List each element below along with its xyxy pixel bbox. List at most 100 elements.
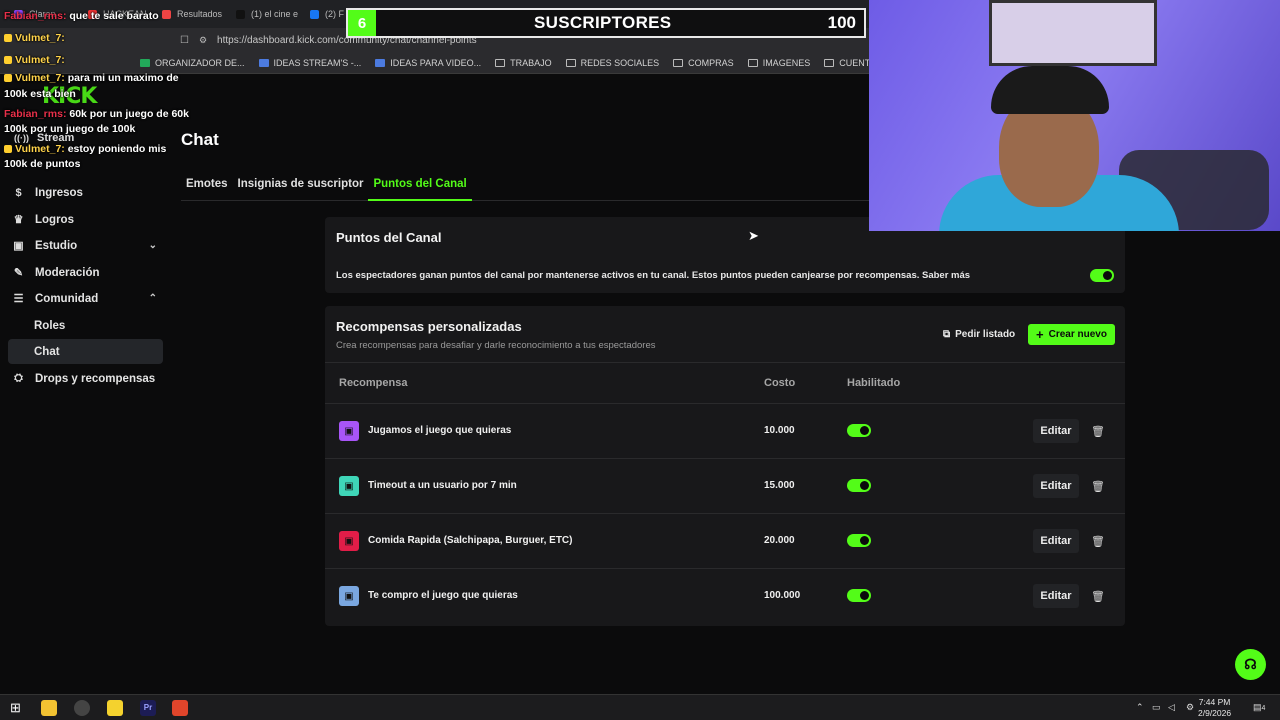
chat-message: Vulmet_7: para mi un maximo de — [4, 72, 179, 84]
sidebar-item-label: Estudio — [35, 239, 78, 252]
column-header-cost[interactable]: Costo — [764, 377, 795, 389]
folder-icon — [565, 58, 576, 67]
reward-cost: 10.000 — [764, 425, 795, 436]
plus-icon: + — [1036, 327, 1044, 342]
delete-reward-button[interactable]: 🗑 — [1087, 529, 1109, 553]
request-list-label: Pedir listado — [955, 329, 1016, 340]
sidebar-item-estudio[interactable]: ▣ Estudio ⌄ — [8, 233, 163, 258]
video-icon: ▣ — [13, 240, 24, 252]
delete-reward-button[interactable]: 🗑 — [1087, 419, 1109, 443]
doc-icon — [375, 58, 386, 67]
bookmark-item[interactable]: ORGANIZADOR DE... — [140, 58, 245, 68]
reward-name: Timeout a un usuario por 7 min — [368, 480, 517, 491]
chat-text: 60k por un juego de 60k — [69, 108, 189, 120]
network-icon[interactable]: ▭ — [1152, 702, 1162, 712]
subscriber-goal: 100 — [827, 13, 856, 32]
bookmark-item[interactable]: REDES SOCIALES — [565, 58, 659, 68]
reward-enabled-toggle[interactable] — [847, 424, 871, 437]
chevron-up-icon[interactable]: ⌃ — [149, 293, 157, 304]
sidebar-item-label: Drops y recompensas — [35, 372, 156, 385]
page-title: Chat — [181, 130, 219, 149]
reward-enabled-toggle[interactable] — [847, 479, 871, 492]
browser-tab[interactable]: Resultados — [158, 3, 230, 25]
folder-icon — [747, 58, 758, 67]
reward-cost: 100.000 — [764, 590, 801, 601]
bookmark-item[interactable]: CUENTAS — [824, 58, 870, 68]
trash-icon: 🗑 — [1091, 535, 1105, 548]
rewards-table-header: Recompensa Costo Habilitado — [325, 362, 1125, 404]
streamer-cap — [991, 66, 1109, 114]
chat-text: estoy poniendo mis — [67, 143, 167, 155]
reward-name: Jugamos el juego que quieras — [368, 425, 512, 436]
edit-reward-button[interactable]: Editar — [1033, 474, 1079, 498]
tab-insignias-de-suscriptor[interactable]: Insignias de suscriptor — [233, 170, 369, 201]
obs-icon[interactable] — [74, 700, 90, 716]
delete-reward-button[interactable]: 🗑 — [1087, 474, 1109, 498]
taskbar-clock[interactable]: 7:44 PM 2/9/2026 — [1198, 697, 1231, 719]
chat-username: Fabian_rms: — [4, 108, 67, 120]
sidebar-item-moderaci-n[interactable]: ✎ Moderación — [8, 260, 163, 285]
custom-rewards-card: Recompensas personalizadas Crea recompen… — [325, 306, 1125, 626]
support-chat-button[interactable]: ☊ — [1235, 649, 1266, 680]
site-settings-icon[interactable]: ⚙ — [199, 35, 207, 46]
column-header-reward[interactable]: Recompensa — [339, 377, 407, 389]
channel-points-toggle[interactable] — [1090, 269, 1114, 282]
bookmark-item[interactable]: TRABAJO — [495, 58, 552, 68]
edit-reward-button[interactable]: Editar — [1033, 419, 1079, 443]
create-new-button[interactable]: + Crear nuevo — [1028, 324, 1115, 345]
brave-browser-icon[interactable] — [172, 700, 188, 716]
sidebar-item-drops-y-recompensas[interactable]: ⛭ Drops y recompensas — [8, 366, 163, 391]
column-header-enabled[interactable]: Habilitado — [847, 377, 900, 389]
settings-icon[interactable]: ⚙ — [1186, 702, 1196, 712]
tray-chevron-icon[interactable]: ⌃ — [1136, 702, 1146, 712]
sidebar-item-roles[interactable]: Roles — [8, 313, 163, 338]
bookmark-item[interactable]: COMPRAS — [673, 58, 734, 68]
delete-reward-button[interactable]: 🗑 — [1087, 584, 1109, 608]
sidebar-item-label: Moderación — [35, 266, 100, 279]
premiere-icon[interactable]: Pr — [140, 700, 156, 716]
reward-enabled-toggle[interactable] — [847, 534, 871, 547]
sidebar-item-logros[interactable]: ♛ Logros — [8, 207, 163, 232]
reward-icon: ▣ — [339, 476, 359, 496]
volume-icon[interactable]: ◁ — [1168, 702, 1178, 712]
bookmark-star-icon[interactable]: ☐ — [180, 35, 189, 46]
request-list-button[interactable]: ⧉ Pedir listado — [937, 324, 1021, 345]
external-link-icon: ⧉ — [943, 329, 951, 340]
bookmark-label: IMAGENES — [762, 57, 811, 68]
chat-message: Vulmet_7: — [4, 32, 65, 44]
app-icon[interactable] — [107, 700, 123, 716]
windows-start-icon[interactable]: ⊞ — [10, 700, 26, 716]
chat-username: Vulmet_7: — [15, 143, 65, 155]
doc-icon — [258, 58, 269, 67]
edit-reward-button[interactable]: Editar — [1033, 529, 1079, 553]
subscriber-goal-bar: 6 SUSCRIPTORES 100 — [346, 8, 866, 38]
reward-cost: 20.000 — [764, 535, 795, 546]
edit-reward-button[interactable]: Editar — [1033, 584, 1079, 608]
chat-text: para mi un maximo de — [67, 72, 179, 84]
reward-enabled-toggle[interactable] — [847, 589, 871, 602]
bookmarks-bar: ORGANIZADOR DE... IDEAS STREAM'S -... IDEA… — [0, 52, 870, 74]
bookmark-item[interactable]: IMAGENES — [747, 57, 811, 68]
reward-name: Comida Rapida (Salchipapa, Burguer, ETC) — [368, 535, 573, 546]
chat-message: Fabian_rms: 60k por un juego de 60k — [4, 108, 189, 120]
sidebar-item-ingresos[interactable]: $ Ingresos — [8, 180, 163, 205]
trophy-icon: ♛ — [13, 214, 24, 226]
browser-tab[interactable]: (1) el cine e — [232, 3, 304, 25]
mouse-cursor-icon: ➤ — [748, 228, 759, 243]
table-row: ▣ Te compro el juego que quieras 100.000 Ed… — [325, 569, 1125, 624]
notification-count: 4 — [1261, 705, 1266, 712]
sidebar-item-chat[interactable]: Chat — [8, 339, 163, 364]
notifications-icon[interactable]: ▤4 — [1253, 702, 1267, 712]
chat-message: Vulmet_7: — [4, 54, 65, 66]
chat-username: Vulmet_7: — [15, 72, 65, 84]
bookmark-item[interactable]: IDEAS PARA VIDEO... — [375, 58, 481, 68]
chat-text: 100k por un juego de 100k — [4, 123, 136, 135]
chevron-down-icon[interactable]: ⌄ — [149, 240, 157, 251]
chat-message: Vulmet_7: estoy poniendo mis — [4, 143, 166, 155]
sidebar-item-comunidad[interactable]: ☰ Comunidad ⌃ — [8, 286, 163, 311]
tab-puntos-del-canal[interactable]: Puntos del Canal — [368, 170, 472, 201]
bookmark-item[interactable]: IDEAS STREAM'S -... — [258, 58, 361, 68]
tab-emotes[interactable]: Emotes — [181, 170, 233, 201]
people-icon: ☰ — [13, 293, 24, 305]
file-explorer-icon[interactable] — [41, 700, 57, 716]
